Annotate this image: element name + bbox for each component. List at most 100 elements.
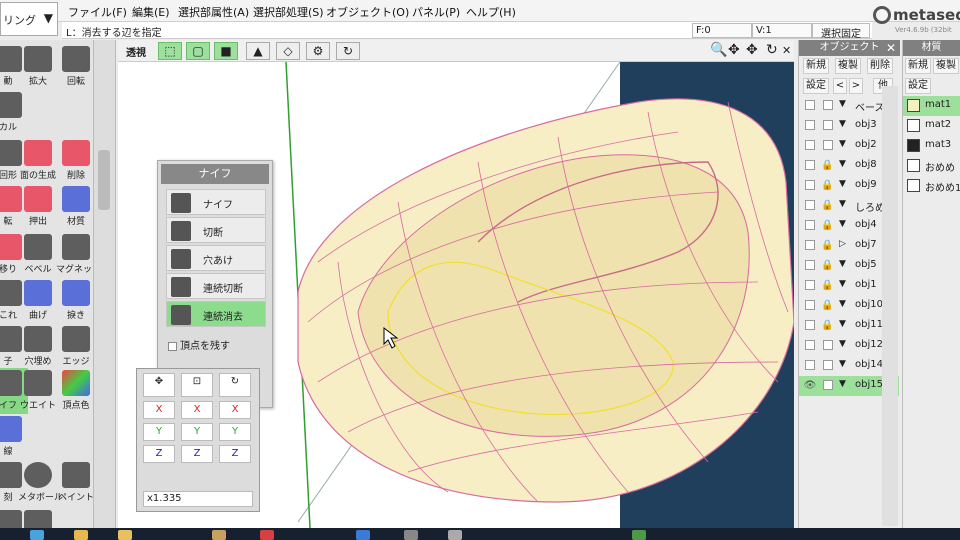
tool-material[interactable]: 材質 bbox=[56, 184, 96, 230]
zoom-icon[interactable]: 🔍 bbox=[710, 42, 727, 58]
visible-toggle[interactable] bbox=[805, 260, 815, 270]
new-object-button[interactable]: 新規 bbox=[803, 58, 829, 74]
menu-panel[interactable]: パネル(P) bbox=[412, 4, 460, 20]
material-settings-button[interactable]: 設定 bbox=[905, 78, 931, 94]
visible-toggle[interactable] bbox=[805, 340, 815, 350]
scale-z-toggle[interactable]: Z bbox=[181, 445, 213, 463]
expand-icon[interactable]: ▼ bbox=[839, 359, 846, 369]
select-face-button[interactable]: ■ bbox=[214, 42, 238, 60]
expand-icon[interactable]: ▼ bbox=[839, 319, 846, 329]
tool-edge[interactable]: エッジ bbox=[56, 324, 96, 370]
move-view-icon[interactable]: ✥ bbox=[746, 42, 758, 58]
move-y-toggle[interactable]: Y bbox=[143, 423, 175, 441]
lock-icon[interactable]: 🔒 bbox=[821, 200, 833, 211]
tool-face-create[interactable]: 面の生成 bbox=[18, 138, 58, 184]
material-row[interactable]: おめめ1 bbox=[903, 176, 960, 196]
toolbox-scrollbar[interactable] bbox=[94, 40, 116, 540]
eye-icon[interactable]: 👁 bbox=[803, 380, 817, 391]
taskbar-app-icon[interactable] bbox=[632, 530, 646, 540]
taskbar-app-icon[interactable] bbox=[118, 530, 132, 540]
tool-bevel[interactable]: ベベル bbox=[18, 232, 58, 278]
taskbar-app-icon[interactable] bbox=[30, 530, 44, 540]
rotate-y-toggle[interactable]: Y bbox=[219, 423, 251, 441]
lock-icon[interactable]: 🔒 bbox=[821, 160, 833, 171]
menu-selection-process[interactable]: 選択部処理(S) bbox=[253, 4, 324, 20]
scroll-thumb[interactable] bbox=[98, 150, 110, 210]
tool-rotate[interactable]: 回転 bbox=[56, 44, 96, 90]
copy-material-button[interactable]: 複製 bbox=[933, 58, 959, 74]
material-row[interactable]: mat3 bbox=[903, 136, 960, 156]
object-scrollbar[interactable] bbox=[882, 86, 898, 526]
pan-icon[interactable]: ✥ bbox=[728, 42, 740, 58]
expand-icon[interactable]: ▼ bbox=[839, 99, 846, 109]
tool-extrude[interactable]: 押出 bbox=[18, 184, 58, 230]
select-fixed-button[interactable]: 選択固定 bbox=[812, 23, 870, 40]
visible-toggle[interactable] bbox=[805, 140, 815, 150]
lock-icon[interactable]: 🔒 bbox=[821, 240, 833, 251]
visible-toggle[interactable] bbox=[805, 240, 815, 250]
menu-file[interactable]: ファイル(F) bbox=[68, 4, 127, 20]
edit-mode-dropdown[interactable]: リング ▼ bbox=[0, 2, 58, 36]
tool-delete[interactable]: 削除 bbox=[56, 138, 96, 184]
rotate-view-icon[interactable]: ↻ bbox=[766, 42, 778, 58]
material-row-selected[interactable]: mat1 bbox=[903, 96, 960, 116]
expand-icon[interactable]: ▼ bbox=[839, 119, 846, 129]
cut-button[interactable]: 切断 bbox=[166, 217, 266, 243]
view-mode-icon[interactable]: ▲ bbox=[246, 42, 270, 60]
perspective-label[interactable]: 透視 bbox=[126, 44, 146, 59]
visible-toggle[interactable] bbox=[805, 360, 815, 370]
select-point-button[interactable]: ⬚ bbox=[158, 42, 182, 60]
lock-icon[interactable]: 🔒 bbox=[821, 320, 833, 331]
tool-weight[interactable]: ウエイト bbox=[18, 368, 58, 414]
lock-icon[interactable]: 🔒 bbox=[821, 260, 833, 271]
visible-toggle[interactable] bbox=[805, 220, 815, 230]
expand-icon[interactable]: ▼ bbox=[839, 279, 846, 289]
close-icon[interactable]: ✕ bbox=[886, 40, 896, 56]
expand-icon[interactable]: ▼ bbox=[839, 139, 846, 149]
move-x-toggle[interactable]: X bbox=[143, 401, 175, 419]
lock-icon[interactable]: 🔒 bbox=[821, 300, 833, 311]
lock-toggle[interactable] bbox=[823, 120, 833, 130]
expand-icon[interactable]: ▼ bbox=[839, 299, 846, 309]
visible-toggle[interactable] bbox=[805, 200, 815, 210]
taskbar-app-icon[interactable] bbox=[260, 530, 274, 540]
copy-object-button[interactable]: 複製 bbox=[835, 58, 861, 74]
lock-toggle[interactable] bbox=[823, 360, 833, 370]
knife-button[interactable]: ナイフ bbox=[166, 189, 266, 215]
lock-toggle[interactable] bbox=[823, 380, 833, 390]
tool-scale[interactable]: 拡大 bbox=[18, 44, 58, 90]
visible-toggle[interactable] bbox=[805, 320, 815, 330]
lock-toggle[interactable] bbox=[823, 340, 833, 350]
lock-icon[interactable]: 🔒 bbox=[821, 280, 833, 291]
expand-icon[interactable]: ▼ bbox=[839, 179, 846, 189]
rotate-axis-icon[interactable]: ↻ bbox=[219, 373, 251, 397]
move-up-button[interactable]: < bbox=[833, 78, 847, 94]
material-row[interactable]: おめめ bbox=[903, 156, 960, 176]
move-z-toggle[interactable]: Z bbox=[143, 445, 175, 463]
tool-line[interactable]: 線 bbox=[0, 414, 28, 460]
tool-local[interactable]: カル bbox=[0, 90, 28, 136]
taskbar-app-icon[interactable] bbox=[74, 530, 88, 540]
refresh-icon[interactable]: ↻ bbox=[336, 42, 360, 60]
rotate-z-toggle[interactable]: Z bbox=[219, 445, 251, 463]
tool-metaball[interactable]: メタボール bbox=[18, 460, 63, 506]
lock-toggle[interactable] bbox=[823, 100, 833, 110]
visible-toggle[interactable] bbox=[805, 300, 815, 310]
expand-icon[interactable]: ▷ bbox=[839, 239, 846, 249]
lock-icon[interactable]: 🔒 bbox=[821, 220, 833, 231]
menu-edit[interactable]: 編集(E) bbox=[132, 4, 170, 20]
tool-paint[interactable]: ペイント bbox=[56, 460, 96, 506]
expand-icon[interactable]: ▼ bbox=[839, 259, 846, 269]
rotate-x-toggle[interactable]: X bbox=[219, 401, 251, 419]
visible-toggle[interactable] bbox=[805, 280, 815, 290]
taskbar-app-icon[interactable] bbox=[212, 530, 226, 540]
tool-vertex-color[interactable]: 頂点色 bbox=[56, 368, 96, 414]
object-settings-button[interactable]: 設定 bbox=[803, 78, 829, 94]
scale-y-toggle[interactable]: Y bbox=[181, 423, 213, 441]
material-row[interactable]: mat2 bbox=[903, 116, 960, 136]
lock-toggle[interactable] bbox=[823, 140, 833, 150]
taskbar-app-icon[interactable] bbox=[404, 530, 418, 540]
scale-x-toggle[interactable]: X bbox=[181, 401, 213, 419]
continuous-erase-button[interactable]: 連続消去 bbox=[166, 301, 266, 327]
hole-button[interactable]: 穴あけ bbox=[166, 245, 266, 271]
